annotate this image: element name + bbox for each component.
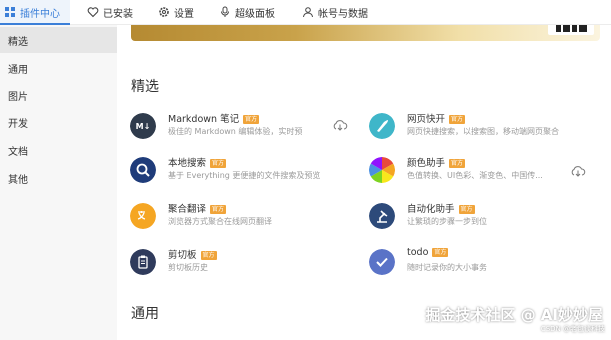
sidebar-item-label: 其他 (8, 174, 28, 186)
plugin-description: 让繁琐的步骤一步到位 (407, 217, 487, 226)
plugin-description: 随时记录你的大小事务 (407, 263, 487, 272)
sidebar-item-featured[interactable]: 精选 (0, 27, 117, 53)
mic-icon (221, 6, 229, 17)
plugin-card[interactable]: 剪切板 官方 剪切板历史 (130, 247, 370, 283)
sidebar-item-general[interactable]: 通用 (0, 55, 117, 81)
official-badge: 官方 (210, 205, 227, 214)
markdown-icon: M↓ (130, 113, 156, 139)
top-tab-bar: 插件中心 已安装 设置 超级面板 帐号与数据 (0, 0, 611, 25)
plugin-name: 网页快开 官方 (407, 114, 466, 125)
search-icon (130, 157, 156, 183)
plugin-name: 剪切板 官方 (168, 250, 217, 261)
tab-label: 帐号与数据 (318, 8, 368, 20)
grid-icon (5, 7, 15, 17)
tab-label: 已安装 (103, 8, 133, 20)
plugin-card[interactable]: 自动化助手 官方 让繁琐的步骤一步到位 (369, 201, 609, 237)
plugin-description: 网页快捷搜索，以搜索图，移动端网页聚合 (407, 127, 559, 136)
official-badge: 官方 (200, 251, 217, 260)
tab-plugin-center[interactable]: 插件中心 (0, 0, 70, 25)
tab-label: 设置 (174, 8, 194, 20)
check-icon (369, 249, 395, 275)
sidebar-item-development[interactable]: 开发 (0, 109, 117, 135)
sidebar-item-label: 通用 (8, 64, 28, 76)
sidebar-item-images[interactable]: 图片 (0, 82, 117, 108)
plugin-list-panel: 精选 M↓ Markdown 笔记 官方 极佳的 Markdown 编辑体验，实时… (117, 25, 611, 340)
heart-icon (87, 7, 99, 18)
plugin-name: 聚合翻译 官方 (168, 204, 227, 215)
plugin-card[interactable]: 本地搜索 官方 基于 Everything 更便捷的文件搜索及预览 (130, 155, 370, 191)
plugin-description: 极佳的 Markdown 编辑体验，实时预 (168, 127, 303, 136)
official-badge: 官方 (449, 159, 466, 168)
rocket-icon (369, 113, 395, 139)
category-sidebar: 精选 通用 图片 开发 文档 其他 (0, 25, 117, 340)
sidebar-item-label: 开发 (8, 118, 28, 130)
official-badge: 官方 (243, 115, 260, 124)
translate-icon (130, 203, 156, 229)
plugin-card[interactable]: todo 官方 随时记录你的大小事务 (369, 247, 609, 283)
plugin-name: 本地搜索 官方 (168, 158, 227, 169)
tab-account-data[interactable]: 帐号与数据 (302, 0, 368, 24)
clipboard-icon (130, 249, 156, 275)
tab-super-panel[interactable]: 超级面板 (219, 0, 275, 24)
svg-text:M↓: M↓ (136, 122, 151, 131)
gear-icon (159, 7, 169, 17)
watermark-text: 掘金技术社区 @ AI妙妙屋 (425, 306, 603, 324)
sidebar-item-label: 精选 (8, 36, 28, 48)
watermark-subtext: CSDN @老包谈科技 (540, 325, 605, 333)
plugin-name: todo 官方 (407, 247, 449, 258)
cloud-download-icon[interactable] (570, 165, 586, 177)
plugin-description: 剪切板历史 (168, 263, 208, 272)
cloud-download-icon[interactable] (332, 119, 348, 131)
plugin-name: 颜色助手 官方 (407, 158, 466, 169)
sidebar-item-label: 文档 (8, 146, 28, 158)
tab-settings[interactable]: 设置 (158, 0, 194, 24)
sidebar-item-documents[interactable]: 文档 (0, 137, 117, 163)
sidebar-item-label: 图片 (8, 91, 28, 103)
user-icon (303, 7, 313, 18)
plugin-name: 自动化助手 官方 (407, 204, 475, 215)
official-badge: 官方 (210, 159, 227, 168)
robot-arm-icon (369, 203, 395, 229)
color-wheel-icon (369, 157, 395, 183)
section-title-featured: 精选 (131, 79, 159, 95)
promo-banner[interactable] (131, 25, 600, 41)
section-title-general: 通用 (131, 306, 159, 322)
tab-installed[interactable]: 已安装 (87, 0, 133, 24)
tab-label: 插件中心 (20, 8, 60, 20)
official-badge: 官方 (458, 205, 475, 214)
tab-label: 超级面板 (235, 8, 275, 20)
plugin-description: 浏览器方式聚合在线网页翻译 (168, 217, 272, 226)
plugin-description: 色值转换、UI色彩、渐变色、中国传... (407, 171, 543, 180)
sidebar-item-other[interactable]: 其他 (0, 165, 117, 191)
official-badge: 官方 (449, 115, 466, 124)
plugin-description: 基于 Everything 更便捷的文件搜索及预览 (168, 171, 321, 180)
official-badge: 官方 (432, 248, 449, 257)
plugin-card[interactable]: 网页快开 官方 网页快捷搜索，以搜索图，移动端网页聚合 (369, 111, 609, 147)
plugin-name: Markdown 笔记 官方 (168, 114, 260, 125)
plugin-card[interactable]: 聚合翻译 官方 浏览器方式聚合在线网页翻译 (130, 201, 370, 237)
banner-logo (548, 25, 594, 35)
